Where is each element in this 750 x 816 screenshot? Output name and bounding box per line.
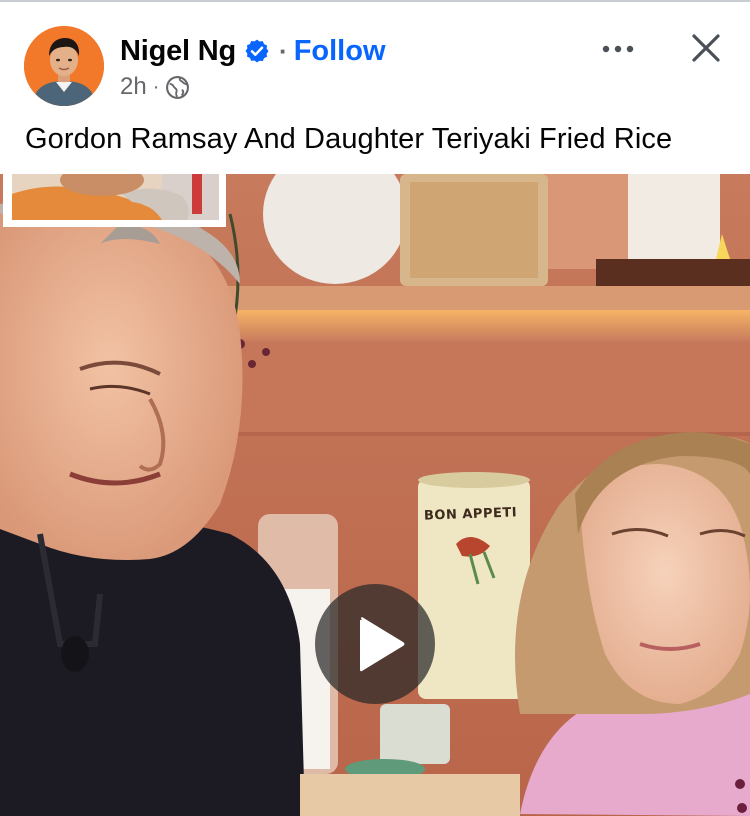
post-header: Nigel Ng · Follow 2h · Gordon Ramsay And… (0, 2, 750, 174)
video-frame (0, 174, 750, 816)
meta-separator: · (152, 75, 160, 98)
more-options-button[interactable] (596, 32, 640, 66)
follow-button[interactable]: Follow (294, 35, 386, 68)
pip-video (12, 174, 219, 220)
picture-in-picture-inset (3, 174, 226, 227)
author-name[interactable]: Nigel Ng (120, 35, 236, 68)
verified-badge-icon (244, 38, 270, 64)
globe-icon[interactable] (165, 75, 190, 100)
post-caption: Gordon Ramsay And Daughter Teriyaki Frie… (25, 123, 673, 155)
play-icon (360, 617, 405, 672)
close-button[interactable] (684, 26, 728, 70)
post-timestamp[interactable]: 2h (120, 73, 147, 101)
avatar-portrait (24, 26, 104, 106)
more-options-icon (602, 45, 634, 53)
video-player[interactable]: BON APPETI (0, 174, 750, 816)
close-icon (692, 34, 720, 62)
author-avatar[interactable] (24, 26, 104, 106)
play-button[interactable] (315, 584, 435, 704)
follow-separator: · (279, 35, 288, 66)
author-line: Nigel Ng · Follow (120, 32, 386, 70)
post-meta: 2h · (120, 72, 190, 102)
